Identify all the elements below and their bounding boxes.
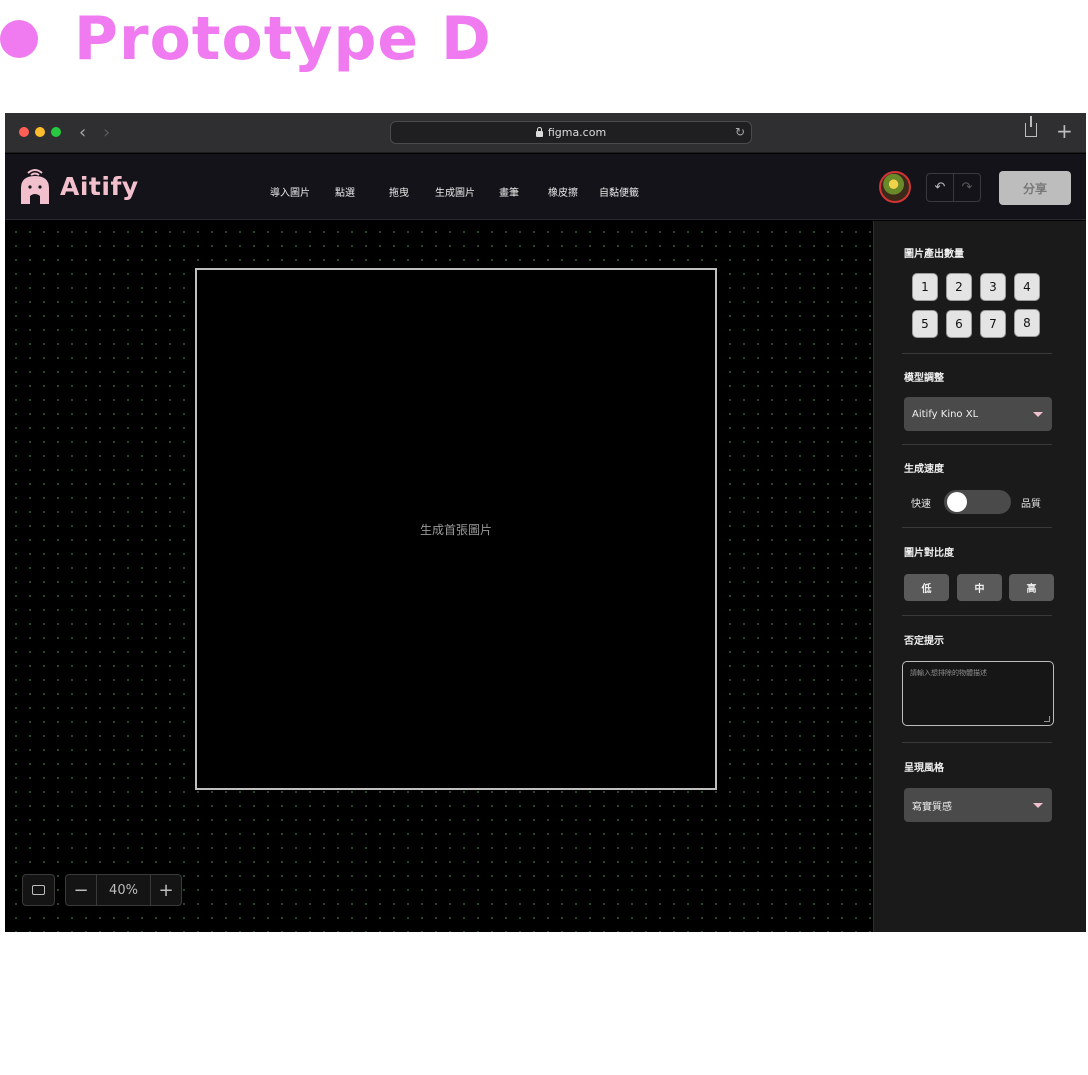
logo[interactable]: Aitify — [18, 168, 139, 204]
forward-arrow-icon[interactable]: › — [103, 122, 110, 143]
browser-window: ‹ › figma.com ↻ + Aitify 導入圖片 點選 拖曳 生成圖片 — [5, 113, 1086, 932]
back-arrow-icon[interactable]: ‹ — [79, 122, 86, 143]
title-bullet-icon — [0, 20, 38, 58]
speed-quality-label: 品質 — [1021, 499, 1041, 510]
settings-panel: 圖片產出數量 1 2 3 4 5 6 7 8 模型調整 Aitify Kino … — [873, 221, 1086, 932]
divider — [902, 615, 1052, 616]
contrast-medium-button[interactable]: 中 — [957, 574, 1002, 601]
count-title: 圖片產出數量 — [904, 249, 964, 260]
canvas[interactable]: 生成首張圖片 − 40% + — [5, 221, 873, 932]
speed-toggle[interactable] — [944, 490, 1011, 514]
avatar[interactable] — [879, 171, 911, 203]
divider — [902, 353, 1052, 354]
maximize-window-icon[interactable] — [51, 127, 61, 137]
speed-title: 生成速度 — [904, 464, 944, 475]
browser-toolbar: ‹ › figma.com ↻ + — [5, 113, 1086, 153]
close-window-icon[interactable] — [19, 127, 29, 137]
model-value: Aitify Kino XL — [912, 408, 979, 420]
style-title: 呈現風格 — [904, 763, 944, 774]
title-text: Prototype D — [74, 4, 492, 74]
style-select[interactable]: 寫實質感 — [904, 788, 1052, 822]
zoom-control: − 40% + — [65, 874, 182, 906]
divider — [902, 527, 1052, 528]
toggle-knob — [947, 492, 967, 512]
lock-icon — [535, 126, 543, 137]
count-button-1[interactable]: 1 — [912, 273, 938, 301]
divider — [902, 742, 1052, 743]
zoom-level: 40% — [97, 875, 151, 905]
tool-generate-image[interactable]: 生成圖片 — [435, 184, 475, 199]
negative-prompt-input[interactable]: 請輸入想排除的物體描述 — [902, 661, 1054, 726]
logo-mascot-icon — [21, 169, 49, 204]
count-button-2[interactable]: 2 — [946, 273, 972, 301]
reload-icon[interactable]: ↻ — [735, 125, 745, 139]
negative-prompt-placeholder: 請輸入想排除的物體描述 — [910, 669, 987, 677]
chevron-down-icon — [1033, 412, 1043, 417]
new-tab-icon[interactable]: + — [1056, 119, 1073, 143]
minimize-window-icon[interactable] — [35, 127, 45, 137]
tool-select[interactable]: 點選 — [335, 184, 355, 199]
count-button-4[interactable]: 4 — [1014, 273, 1040, 301]
tool-import-image[interactable]: 導入圖片 — [270, 184, 310, 199]
redo-icon[interactable]: ↷ — [953, 174, 980, 201]
chevron-down-icon — [1033, 803, 1043, 808]
undo-icon[interactable]: ↶ — [927, 174, 953, 201]
contrast-title: 圖片對比度 — [904, 548, 954, 559]
negative-prompt-title: 否定提示 — [904, 636, 944, 647]
url-bar[interactable]: figma.com ↻ — [390, 121, 752, 144]
tool-drag[interactable]: 拖曳 — [389, 184, 409, 199]
zoom-out-button[interactable]: − — [66, 875, 97, 905]
url-text: figma.com — [547, 126, 607, 139]
model-title: 模型調整 — [904, 373, 944, 384]
count-button-3[interactable]: 3 — [980, 273, 1006, 301]
logo-text: Aitify — [60, 171, 139, 201]
image-frame[interactable]: 生成首張圖片 — [195, 268, 717, 790]
resize-handle-icon[interactable] — [1044, 716, 1050, 722]
contrast-low-button[interactable]: 低 — [904, 574, 949, 601]
share-button[interactable]: 分享 — [999, 171, 1071, 205]
model-select[interactable]: Aitify Kino XL — [904, 397, 1052, 431]
frame-placeholder: 生成首張圖片 — [419, 522, 492, 537]
tool-sticky-note[interactable]: 自黏便籤 — [599, 184, 639, 199]
divider — [902, 444, 1052, 445]
undo-redo-group: ↶ ↷ — [926, 173, 981, 202]
page-title: Prototype D — [0, 4, 492, 74]
count-button-7[interactable]: 7 — [980, 310, 1006, 338]
contrast-high-button[interactable]: 高 — [1009, 574, 1054, 601]
zoom-in-button[interactable]: + — [151, 875, 181, 905]
browser-share-icon[interactable] — [1025, 116, 1037, 137]
count-button-6[interactable]: 6 — [946, 310, 972, 338]
count-button-5[interactable]: 5 — [912, 310, 938, 338]
style-value: 寫實質感 — [912, 801, 952, 813]
fit-screen-button[interactable] — [22, 874, 55, 906]
tool-eraser[interactable]: 橡皮擦 — [548, 184, 578, 199]
tool-brush[interactable]: 畫筆 — [499, 184, 519, 199]
count-button-8[interactable]: 8 — [1014, 309, 1040, 337]
speed-fast-label: 快速 — [911, 499, 931, 510]
app-header: Aitify 導入圖片 點選 拖曳 生成圖片 畫筆 橡皮擦 自黏便籤 ↶ ↷ 分… — [5, 154, 1086, 220]
fit-screen-icon — [32, 885, 45, 895]
